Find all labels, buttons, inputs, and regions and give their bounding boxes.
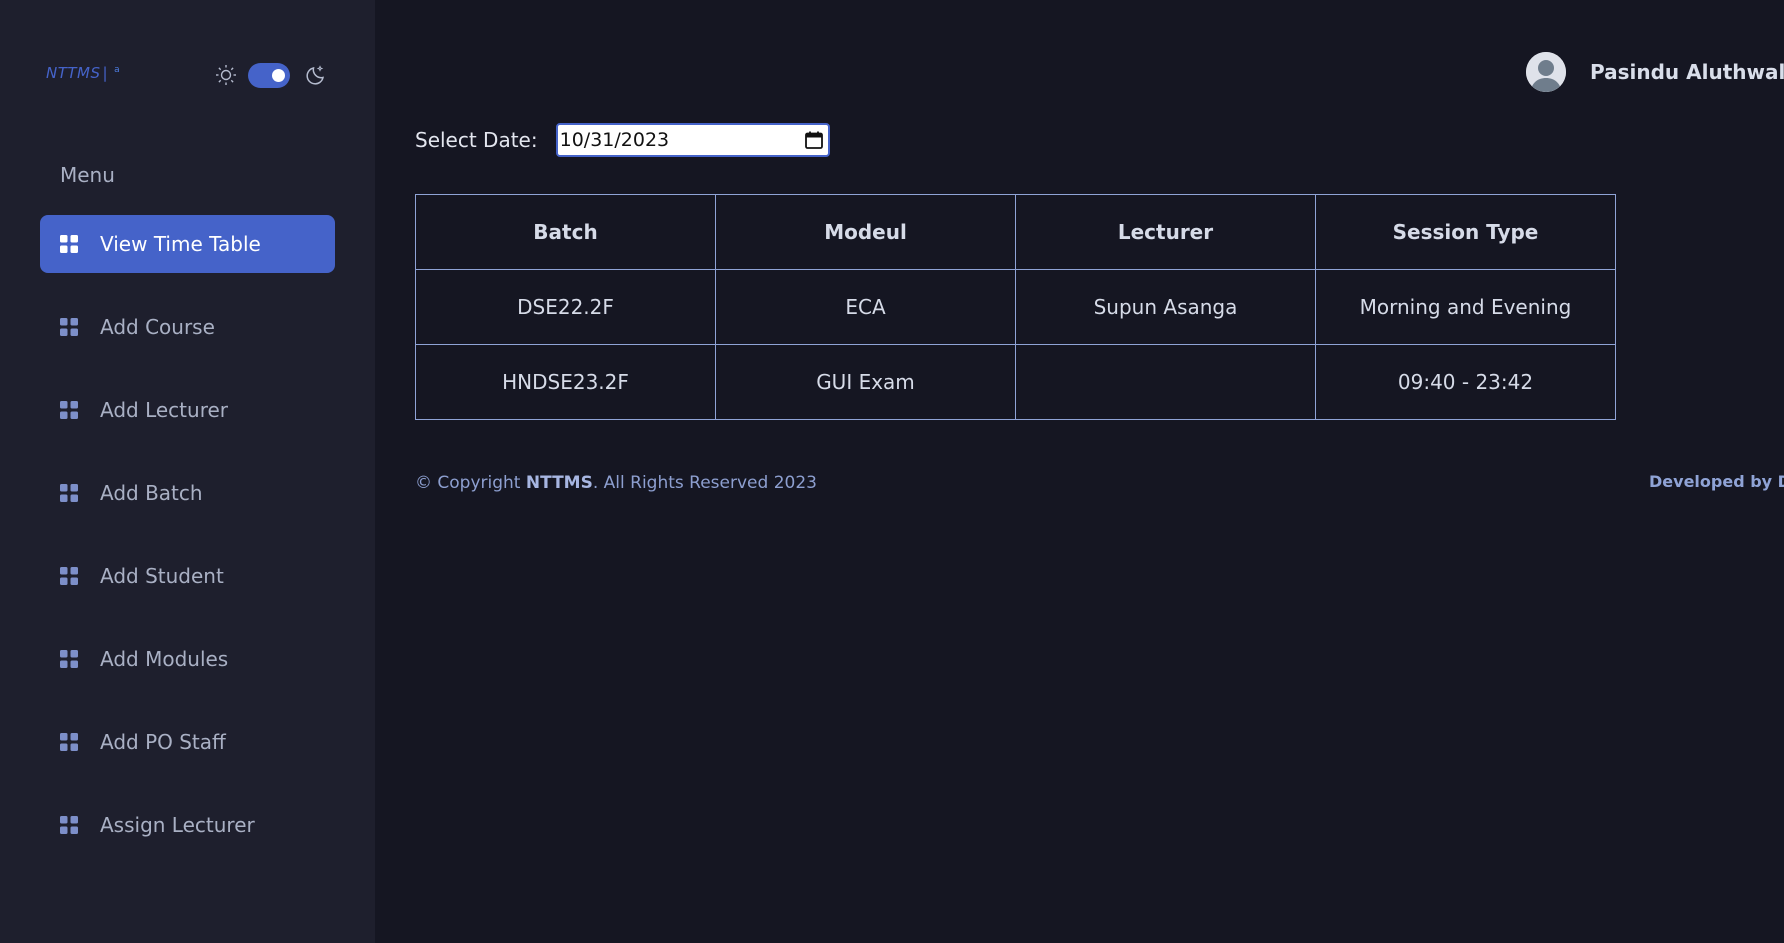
grid-icon — [60, 484, 78, 502]
table-row: DSE22.2F ECA Supun Asanga Morning and Ev… — [415, 269, 1616, 345]
copyright-suffix: . All Rights Reserved 2023 — [592, 473, 817, 493]
avatar — [1526, 52, 1566, 92]
grid-icon — [60, 401, 78, 419]
cell-module: GUI Exam — [715, 344, 1016, 420]
date-label: Select Date: — [415, 128, 538, 152]
sidebar-item-add-batch[interactable]: Add Batch — [40, 464, 335, 522]
user-name: Pasindu Aluthwalahe — [1590, 60, 1784, 84]
logo-superscript: a — [114, 65, 121, 75]
sidebar-item-label: Add Batch — [100, 481, 203, 505]
menu-heading: Menu — [60, 163, 115, 187]
grid-icon — [60, 567, 78, 585]
table-row: HNDSE23.2F GUI Exam 09:40 - 23:42 — [415, 344, 1616, 420]
date-selector: Select Date: 10/31/2023 — [415, 123, 830, 157]
sidebar-item-view-time-table[interactable]: View Time Table — [40, 215, 335, 273]
sidebar-item-add-lecturer[interactable]: Add Lecturer — [40, 381, 335, 439]
sidebar-item-add-course[interactable]: Add Course — [40, 298, 335, 356]
sidebar-item-label: Assign Lecturer — [100, 813, 255, 837]
cell-session-type: Morning and Evening — [1315, 269, 1616, 345]
toggle-knob — [272, 68, 285, 82]
sidebar-item-add-modules[interactable]: Add Modules — [40, 630, 335, 688]
column-header-batch: Batch — [415, 194, 716, 270]
sidebar-item-assign-lecturer[interactable]: Assign Lecturer — [40, 796, 335, 854]
logo[interactable]: NTTMS | a — [46, 64, 120, 82]
cell-session-type: 09:40 - 23:42 — [1315, 344, 1616, 420]
logo-text: NTTMS — [46, 64, 101, 82]
app-root: NTTMS | a Menu View Time Table Add Cours… — [0, 0, 1784, 943]
copyright-prefix: © Copyright — [415, 473, 526, 493]
grid-icon — [60, 650, 78, 668]
date-input[interactable]: 10/31/2023 — [555, 123, 830, 157]
cell-batch: DSE22.2F — [415, 269, 716, 345]
sidebar-item-label: Add Student — [100, 564, 224, 588]
copyright-brand: NTTMS — [525, 473, 593, 493]
sidebar-item-label: Add PO Staff — [100, 730, 226, 754]
user-avatar-icon — [1526, 52, 1566, 92]
column-header-lecturer: Lecturer — [1015, 194, 1316, 270]
grid-icon — [60, 816, 78, 834]
table-header-row: Batch Modeul Lecturer Session Type — [415, 194, 1616, 270]
footer-developed-by: Developed by DSE — [1649, 472, 1784, 491]
grid-icon — [60, 733, 78, 751]
sidebar-item-label: View Time Table — [100, 232, 261, 256]
column-header-session-type: Session Type — [1315, 194, 1616, 270]
theme-toggle[interactable] — [248, 62, 290, 88]
sidebar-item-label: Add Modules — [100, 647, 229, 671]
calendar-icon[interactable] — [804, 130, 824, 150]
logo-separator: | — [102, 64, 109, 82]
cell-batch: HNDSE23.2F — [415, 344, 716, 420]
cell-module: ECA — [715, 269, 1016, 345]
column-header-module: Modeul — [715, 194, 1016, 270]
sidebar-item-label: Add Course — [100, 315, 215, 339]
sidebar-item-add-student[interactable]: Add Student — [40, 547, 335, 605]
theme-switch — [214, 60, 328, 90]
cell-lecturer: Supun Asanga — [1015, 269, 1316, 345]
sidebar-item-label: Add Lecturer — [100, 398, 228, 422]
sidebar-item-add-po-staff[interactable]: Add PO Staff — [40, 713, 335, 771]
grid-icon — [60, 235, 78, 253]
footer-copyright: © Copyright NTTMS. All Rights Reserved 2… — [415, 473, 817, 493]
sidebar-menu: View Time Table Add Course Add Lecturer … — [40, 215, 335, 879]
user-profile[interactable]: Pasindu Aluthwalahe — [1526, 52, 1784, 92]
sidebar: NTTMS | a Menu View Time Table Add Cours… — [0, 0, 375, 943]
cell-lecturer — [1015, 344, 1316, 420]
date-value: 10/31/2023 — [559, 129, 670, 151]
moon-icon — [306, 65, 324, 85]
timetable: Batch Modeul Lecturer Session Type DSE22… — [415, 194, 1616, 420]
sun-icon — [216, 65, 236, 85]
grid-icon — [60, 318, 78, 336]
